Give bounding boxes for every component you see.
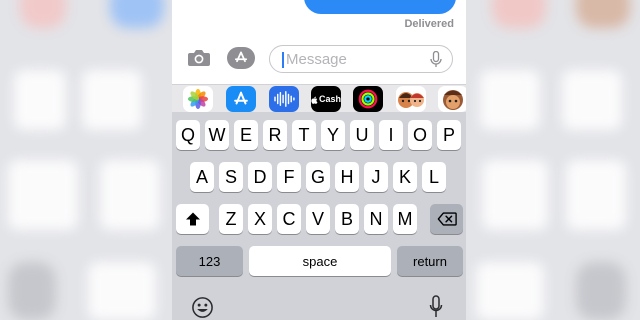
- key-e[interactable]: E: [234, 120, 258, 150]
- message-text-redacted: [314, 0, 446, 4]
- key-a[interactable]: A: [190, 162, 214, 192]
- key-r[interactable]: R: [263, 120, 287, 150]
- app-store-icon[interactable]: [227, 47, 255, 69]
- delete-icon: [437, 212, 457, 226]
- key-x[interactable]: X: [248, 204, 272, 234]
- key-h[interactable]: H: [335, 162, 359, 192]
- delivery-status: Delivered: [404, 18, 454, 30]
- keyboard: Q W E R T Y U I O P A S D F G H J K L Z …: [172, 112, 466, 320]
- memoji-icon[interactable]: [396, 86, 426, 112]
- delete-key[interactable]: [430, 204, 463, 234]
- apple-logo-icon: [311, 96, 318, 104]
- key-p[interactable]: P: [437, 120, 461, 150]
- messages-screen: Delivered Message Cash Q W E R T Y U I O…: [172, 0, 466, 320]
- camera-icon[interactable]: [187, 49, 211, 67]
- key-m[interactable]: M: [393, 204, 417, 234]
- key-z[interactable]: Z: [219, 204, 243, 234]
- key-o[interactable]: O: [408, 120, 432, 150]
- photos-icon[interactable]: [183, 86, 213, 112]
- animoji-icon[interactable]: [438, 86, 466, 112]
- apple-cash-label: Cash: [318, 94, 341, 104]
- microphone-icon[interactable]: [429, 295, 443, 319]
- text-cursor: [282, 52, 284, 68]
- return-key[interactable]: return: [397, 246, 463, 276]
- key-q[interactable]: Q: [176, 120, 200, 150]
- key-j[interactable]: J: [364, 162, 388, 192]
- key-w[interactable]: W: [205, 120, 229, 150]
- key-g[interactable]: G: [306, 162, 330, 192]
- activity-rings-icon[interactable]: [353, 86, 383, 112]
- message-input[interactable]: [286, 49, 416, 69]
- key-d[interactable]: D: [248, 162, 272, 192]
- message-composer: [172, 44, 466, 76]
- key-c[interactable]: C: [277, 204, 301, 234]
- apple-cash-icon[interactable]: Cash: [311, 86, 341, 112]
- emoji-icon[interactable]: [191, 296, 214, 319]
- key-y[interactable]: Y: [321, 120, 345, 150]
- imessage-app-drawer: Cash: [172, 84, 466, 112]
- shift-key[interactable]: [176, 204, 209, 234]
- background-blur-left: [0, 0, 172, 320]
- waveform-icon[interactable]: [269, 86, 299, 112]
- key-v[interactable]: V: [306, 204, 330, 234]
- message-field[interactable]: [269, 45, 453, 73]
- app-store-icon[interactable]: [226, 86, 256, 112]
- space-key[interactable]: space: [249, 246, 391, 276]
- key-i[interactable]: I: [379, 120, 403, 150]
- numbers-key[interactable]: 123: [176, 246, 243, 276]
- key-b[interactable]: B: [335, 204, 359, 234]
- key-s[interactable]: S: [219, 162, 243, 192]
- shift-icon: [185, 212, 200, 226]
- key-k[interactable]: K: [393, 162, 417, 192]
- sent-message-bubble[interactable]: [304, 0, 456, 14]
- key-l[interactable]: L: [422, 162, 446, 192]
- key-u[interactable]: U: [350, 120, 374, 150]
- key-t[interactable]: T: [292, 120, 316, 150]
- background-blur-right: [466, 0, 640, 320]
- microphone-icon[interactable]: [430, 51, 442, 68]
- key-f[interactable]: F: [277, 162, 301, 192]
- key-n[interactable]: N: [364, 204, 388, 234]
